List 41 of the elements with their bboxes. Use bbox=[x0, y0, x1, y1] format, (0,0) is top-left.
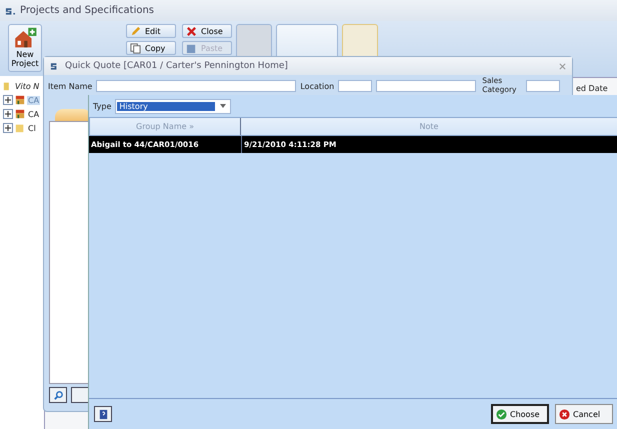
help-button[interactable] bbox=[94, 406, 112, 422]
input-field[interactable] bbox=[96, 80, 296, 92]
new-project-button[interactable]: New Project bbox=[8, 24, 42, 72]
house-icon bbox=[12, 27, 38, 50]
expand-icon[interactable] bbox=[3, 109, 13, 119]
search-icon bbox=[52, 390, 64, 400]
store-icon bbox=[15, 109, 25, 119]
expand-icon[interactable] bbox=[3, 95, 13, 105]
cancel-button[interactable]: Cancel bbox=[555, 404, 613, 424]
copy-icon bbox=[130, 42, 141, 54]
checkmark-icon bbox=[496, 408, 507, 420]
expand-icon[interactable] bbox=[3, 123, 13, 133]
input-field[interactable] bbox=[338, 80, 372, 92]
folder-tab[interactable] bbox=[55, 109, 91, 121]
close-icon[interactable] bbox=[559, 62, 566, 70]
help-icon bbox=[98, 408, 108, 420]
input-field[interactable] bbox=[526, 80, 560, 92]
dropdown-caret-icon bbox=[220, 104, 226, 108]
dialog-title: Quick Quote [CAR01 / Carter's Pennington Home] bbox=[65, 61, 288, 71]
app-icon bbox=[5, 6, 16, 16]
ribbon-button[interactable]: Copy bbox=[126, 41, 176, 55]
type-dropdown[interactable]: History bbox=[115, 98, 232, 114]
tree-item[interactable]: CA bbox=[27, 110, 40, 118]
field-label: Item Name bbox=[48, 82, 92, 90]
tree-item[interactable]: Cl bbox=[27, 124, 37, 132]
window-title: Projects and Specifications bbox=[20, 5, 154, 16]
field-label: Location bbox=[300, 82, 334, 90]
search-button[interactable] bbox=[49, 387, 67, 403]
ribbon-button[interactable]: Close bbox=[182, 24, 232, 38]
pencil-icon bbox=[130, 26, 141, 36]
choose-button[interactable]: Choose bbox=[491, 404, 549, 424]
folder-icon bbox=[15, 123, 25, 133]
store-icon bbox=[15, 95, 25, 105]
column-header: ed Date bbox=[576, 84, 608, 94]
tree-item[interactable]: Vito N bbox=[15, 82, 40, 90]
clipboard-icon bbox=[186, 42, 197, 54]
input-field[interactable] bbox=[376, 80, 476, 92]
close-icon bbox=[186, 26, 197, 36]
field-label: Type bbox=[93, 102, 112, 110]
ribbon-button[interactable]: Edit bbox=[126, 24, 176, 38]
cancel-icon bbox=[559, 408, 570, 420]
